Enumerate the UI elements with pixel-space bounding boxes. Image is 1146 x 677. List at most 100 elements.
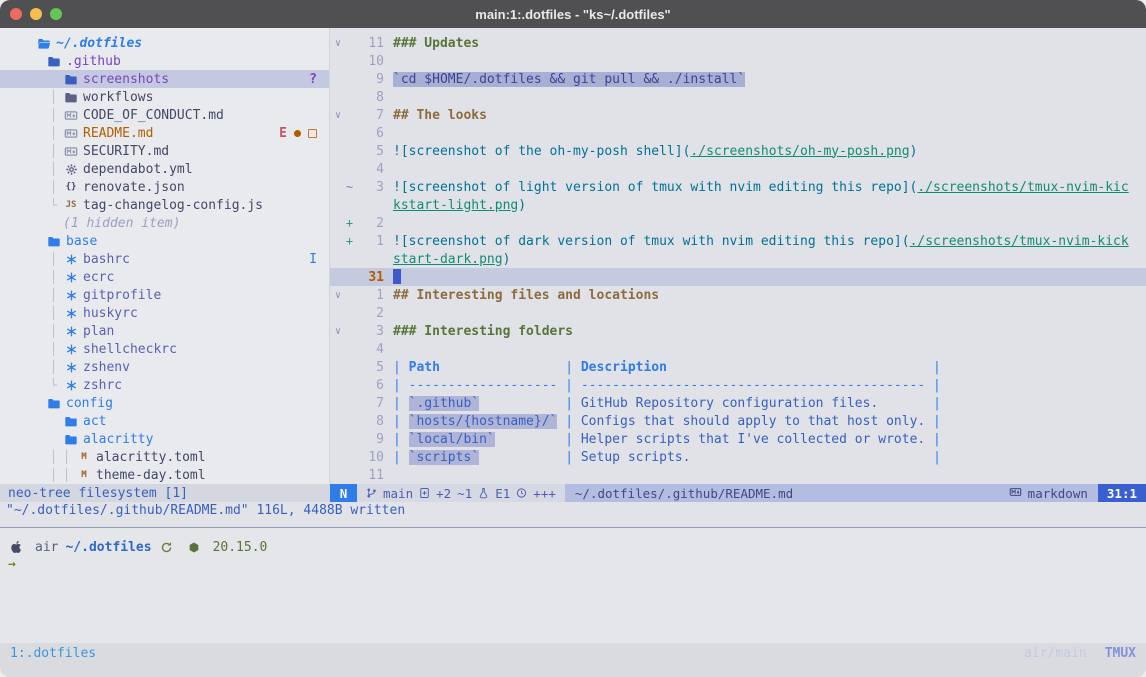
editor-line[interactable]: 5![screenshot of the oh-my-posh shell](.…: [330, 142, 1146, 160]
editor-line[interactable]: ∨11### Updates: [330, 34, 1146, 52]
tree-item-alacritty[interactable]: alacritty: [0, 430, 329, 448]
tree-item-security.md[interactable]: │SECURITY.md: [0, 142, 329, 160]
line-number: 31: [356, 270, 384, 285]
tree-item-tag-changelog-config.js[interactable]: └JStag-changelog-config.js: [0, 196, 329, 214]
editor-line[interactable]: ∨1## Interesting files and locations: [330, 286, 1146, 304]
tree-item-act[interactable]: act: [0, 412, 329, 430]
editor-line[interactable]: 10: [330, 52, 1146, 70]
prompt-arrow[interactable]: →: [8, 557, 1146, 575]
gear-icon: [63, 163, 79, 176]
star-icon: [63, 253, 79, 266]
editor-line[interactable]: 5| Path | Description |: [330, 358, 1146, 376]
editor-line[interactable]: 6: [330, 124, 1146, 142]
tree-item-bashrc[interactable]: │bashrcI: [0, 250, 329, 268]
line-text: | `hosts/{hostname}/` | Configs that sho…: [393, 414, 941, 429]
tree-item-renovate.json[interactable]: │{}renovate.json: [0, 178, 329, 196]
tree-item-plan[interactable]: │plan: [0, 322, 329, 340]
line-text: | Path | Description |: [393, 360, 941, 375]
folder-icon: [63, 91, 79, 104]
tree-item-zshenv[interactable]: │zshenv: [0, 358, 329, 376]
git-sign-column: +: [343, 216, 356, 230]
editor-line[interactable]: 7| `.github` | GitHub Repository configu…: [330, 394, 1146, 412]
tree-item-config[interactable]: config: [0, 394, 329, 412]
editor-line[interactable]: 9| `local/bin` | Helper scripts that I'v…: [330, 430, 1146, 448]
line-number: 2: [356, 216, 384, 231]
indent-guide: │: [50, 306, 63, 320]
editor-line[interactable]: 4: [330, 160, 1146, 178]
diff-file-icon: [419, 487, 430, 499]
fold-chevron-icon[interactable]: ∨: [330, 290, 343, 301]
braces-icon: {}: [63, 182, 79, 192]
editor-pane: ∨11### Updates109`cd $HOME/.dotfiles && …: [330, 28, 1146, 502]
tree-item-workflows[interactable]: │workflows: [0, 88, 329, 106]
tree-item-shellcheckrc[interactable]: │shellcheckrc: [0, 340, 329, 358]
text-cursor: [393, 269, 401, 284]
tree-item-label: zshrc: [83, 378, 122, 393]
git-sync-icon: [159, 541, 175, 554]
nvim-main-area: ~/.dotfiles .githubscreenshots?│workflows…: [0, 28, 1146, 502]
folder-icon: [46, 397, 62, 410]
tree-item-gitprofile[interactable]: │gitprofile: [0, 286, 329, 304]
editor-line[interactable]: 8| `hosts/{hostname}/` | Configs that sh…: [330, 412, 1146, 430]
item-badges: I: [309, 252, 317, 267]
indent-guide: │: [50, 270, 63, 284]
tree-item-ecrc[interactable]: │ecrc: [0, 268, 329, 286]
editor-line[interactable]: 11: [330, 466, 1146, 484]
editor-line[interactable]: 10| `scripts` | Setup scripts. |: [330, 448, 1146, 466]
editor-line[interactable]: start-dark.png): [330, 250, 1146, 268]
tree-item-label: gitprofile: [83, 288, 161, 303]
tmux-session-name: air/main: [1024, 646, 1087, 661]
tree-item-huskyrc[interactable]: │huskyrc: [0, 304, 329, 322]
tree-item-label: theme-day.toml: [96, 468, 206, 483]
tree-item-zshrc[interactable]: └zshrc: [0, 376, 329, 394]
editor-line[interactable]: 2: [330, 304, 1146, 322]
line-text: kstart-light.png): [393, 198, 526, 213]
node-version: 20.15.0: [213, 540, 268, 555]
tree-item-theme-day.toml[interactable]: ││Mtheme-day.toml: [0, 466, 329, 484]
editor-line[interactable]: +2: [330, 214, 1146, 232]
editor-line[interactable]: 31: [330, 268, 1146, 286]
window-titlebar[interactable]: main:1:.dotfiles - "ks~/.dotfiles": [0, 0, 1146, 28]
line-text: ![screenshot of light version of tmux wi…: [393, 180, 1129, 195]
prompt-cwd: ~/.dotfiles: [65, 540, 151, 555]
fold-chevron-icon[interactable]: ∨: [330, 326, 343, 337]
tree-item-.github[interactable]: .github: [0, 52, 329, 70]
cursor-position: 31:1: [1098, 484, 1146, 502]
tree-item-base[interactable]: base: [0, 232, 329, 250]
tree-item--1-hidden-item-[interactable]: (1 hidden item): [0, 214, 329, 232]
tree-item--.dotfiles[interactable]: ~/.dotfiles: [0, 34, 329, 52]
folder-open-icon: [36, 37, 52, 50]
tree-item-code-of-conduct.md[interactable]: │CODE_OF_CONDUCT.md: [0, 106, 329, 124]
tree-item-readme.md[interactable]: │README.mdE: [0, 124, 329, 142]
diagnostics-flask-icon: [478, 487, 489, 499]
item-badges: ?: [309, 72, 317, 87]
line-number: 10: [356, 450, 384, 465]
editor-line[interactable]: 6| ------------------- | ---------------…: [330, 376, 1146, 394]
tree-item-label: (1 hidden item): [63, 216, 180, 231]
tree-item-dependabot.yml[interactable]: │dependabot.yml: [0, 160, 329, 178]
tmux-window-tab[interactable]: 1:.dotfiles: [10, 646, 96, 661]
tree-item-label: .github: [66, 54, 121, 69]
line-number: 7: [356, 396, 384, 411]
editor-line[interactable]: 4: [330, 340, 1146, 358]
editor-line[interactable]: kstart-light.png): [330, 196, 1146, 214]
editor-line[interactable]: +1![screenshot of dark version of tmux w…: [330, 232, 1146, 250]
editor-line[interactable]: 9`cd $HOME/.dotfiles && git pull && ./in…: [330, 70, 1146, 88]
tree-item-screenshots[interactable]: screenshots?: [0, 70, 329, 88]
editor-line[interactable]: ∨3### Interesting folders: [330, 322, 1146, 340]
line-text: ![screenshot of the oh-my-posh shell](./…: [393, 144, 917, 159]
tree-item-label: zshenv: [83, 360, 130, 375]
editor-line[interactable]: ~3![screenshot of light version of tmux …: [330, 178, 1146, 196]
filetype-segment: markdown: [999, 484, 1098, 502]
star-icon: [63, 343, 79, 356]
editor-lines[interactable]: ∨11### Updates109`cd $HOME/.dotfiles && …: [330, 28, 1146, 484]
editor-line[interactable]: 8: [330, 88, 1146, 106]
shell-pane[interactable]: air ~/.dotfiles 20.15.0 →: [0, 528, 1146, 643]
fold-chevron-icon[interactable]: ∨: [330, 38, 343, 49]
fold-chevron-icon[interactable]: ∨: [330, 110, 343, 121]
tree-item-alacritty.toml[interactable]: ││Malacritty.toml: [0, 448, 329, 466]
terminal-window: main:1:.dotfiles - "ks~/.dotfiles" ~/.do…: [0, 0, 1146, 677]
editor-line[interactable]: ∨7## The looks: [330, 106, 1146, 124]
line-number: 1: [356, 288, 384, 303]
js-icon: JS: [63, 200, 79, 210]
